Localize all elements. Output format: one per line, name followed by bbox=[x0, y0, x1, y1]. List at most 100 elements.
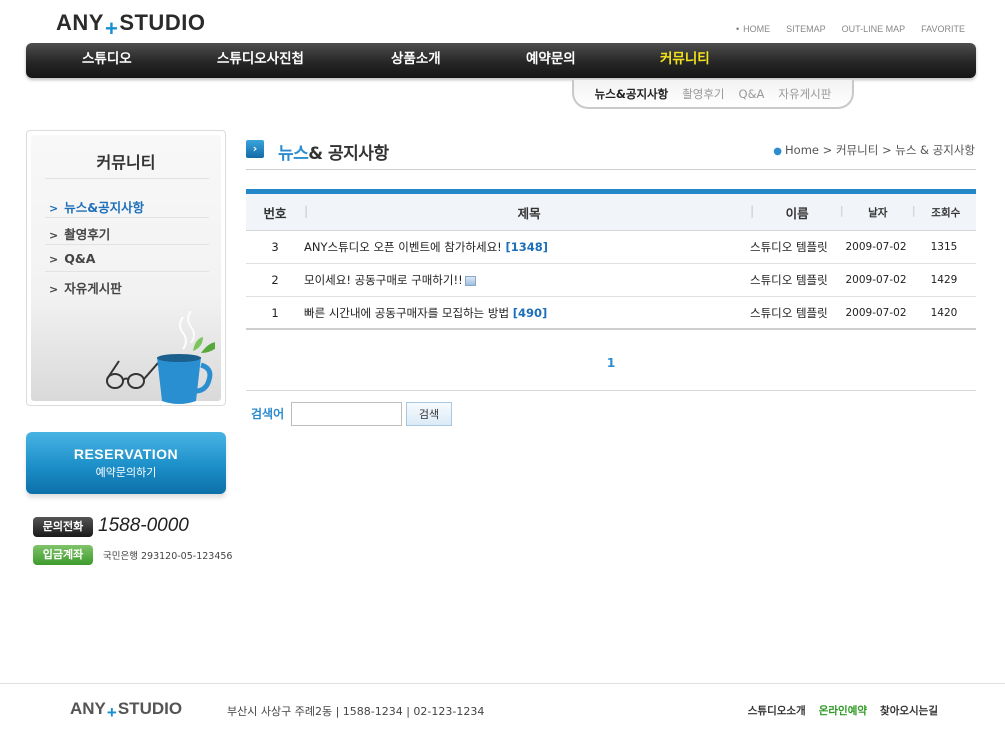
sidebar-item-label: 자유게시판 bbox=[64, 281, 122, 296]
col-header-no: 번호 bbox=[263, 205, 287, 221]
page-title-blue: 뉴스 bbox=[278, 144, 309, 164]
col-header-name: | 이름 bbox=[750, 203, 840, 222]
reservation-banner[interactable]: RESERVATION 예약문의하기 bbox=[26, 432, 226, 494]
row-title: 빠른 시간내에 공동구매자를 모집하는 방법 bbox=[304, 305, 510, 320]
logo-text-any: ANY bbox=[56, 10, 104, 35]
comment-count: [490] bbox=[512, 305, 548, 320]
search-input[interactable] bbox=[291, 402, 402, 426]
footer-link-directions[interactable]: 찾아오시는길 bbox=[880, 703, 938, 718]
sidebar-item-reviews[interactable]: > 촬영후기 bbox=[49, 224, 110, 243]
search-button[interactable]: 검색 bbox=[406, 402, 452, 426]
sidebar-item-news[interactable]: > 뉴스&공지사항 bbox=[49, 197, 144, 216]
row-title-link[interactable]: 빠른 시간내에 공동구매자를 모집하는 방법 [490] bbox=[304, 305, 750, 321]
footer-links: 스튜디오소개 온라인예약 찾아오시는길 bbox=[748, 703, 938, 718]
logo-plus: + bbox=[104, 16, 119, 41]
phone-badge: 문의전화 bbox=[33, 517, 93, 537]
sub-nav-news[interactable]: 뉴스&공지사항 bbox=[595, 86, 669, 102]
row-title-link[interactable]: 모이세요! 공동구매로 구매하기!! bbox=[304, 272, 750, 288]
sidebar-item-label: Q&A bbox=[64, 251, 96, 266]
page-link-current[interactable]: 1 bbox=[607, 356, 615, 370]
row-title: ANY스튜디오 오픈 이벤트에 참가하세요! bbox=[304, 240, 502, 254]
sidebar-item-freeboard[interactable]: > 자유게시판 bbox=[49, 278, 122, 297]
row-hits: 1429 bbox=[930, 274, 958, 286]
divider bbox=[246, 169, 976, 170]
col-header-date: | 날자 bbox=[840, 205, 912, 220]
chevron-right-icon: > bbox=[881, 143, 896, 157]
coffee-glasses-illustration bbox=[106, 310, 215, 404]
nav-item-gallery[interactable]: 스튜디오사진첩 bbox=[217, 43, 304, 78]
row-no: 1 bbox=[271, 305, 279, 320]
sub-nav-freeboard[interactable]: 자유게시판 bbox=[778, 86, 831, 102]
row-date: 2009-07-02 bbox=[845, 306, 907, 319]
footer-link-about[interactable]: 스튜디오소개 bbox=[748, 703, 806, 718]
logo-text-studio: STUDIO bbox=[119, 10, 206, 35]
nav-item-community[interactable]: 커뮤니티 bbox=[660, 43, 710, 78]
column-separator: | bbox=[840, 204, 844, 217]
footer-logo-plus: + bbox=[106, 703, 117, 722]
row-author: 스튜디오 템플릿 bbox=[750, 273, 828, 287]
divider bbox=[45, 271, 209, 272]
nav-item-studio[interactable]: 스튜디오 bbox=[82, 43, 132, 78]
row-date: 2009-07-02 bbox=[845, 241, 907, 253]
sidebar-item-label: 뉴스&공지사항 bbox=[64, 200, 145, 215]
breadcrumb-current: 뉴스 & 공지사항 bbox=[895, 143, 975, 157]
row-author: 스튜디오 템플릿 bbox=[750, 240, 828, 254]
divider bbox=[45, 217, 209, 218]
site-logo[interactable]: ANY + STUDIO bbox=[56, 10, 206, 41]
footer-link-online-reservation[interactable]: 온라인예약 bbox=[819, 703, 867, 718]
sidebar-item-label: 촬영후기 bbox=[64, 227, 111, 242]
row-no: 2 bbox=[271, 273, 279, 287]
breadcrumb-community[interactable]: 커뮤니티 bbox=[836, 143, 878, 157]
chevron-right-icon: > bbox=[49, 283, 59, 296]
pagination: 1 bbox=[246, 356, 976, 370]
sub-nav-qna[interactable]: Q&A bbox=[739, 87, 765, 101]
footer-divider bbox=[0, 683, 1005, 684]
footer-logo-studio: STUDIO bbox=[117, 699, 183, 718]
util-link-outline-map[interactable]: OUT-LINE MAP bbox=[842, 24, 906, 34]
chevron-right-icon: > bbox=[822, 143, 836, 157]
bullet-icon: ● bbox=[773, 146, 783, 157]
divider bbox=[246, 390, 976, 391]
footer-address: 부산시 사상구 주례2동 | 1588-1234 | 02-123-1234 bbox=[227, 705, 485, 718]
image-attachment-icon bbox=[464, 275, 476, 286]
chevron-right-icon: > bbox=[49, 229, 59, 242]
row-hits: 1315 bbox=[930, 241, 958, 253]
footer-logo: ANY + STUDIO bbox=[70, 699, 183, 722]
column-separator: | bbox=[304, 202, 309, 218]
reservation-title: RESERVATION bbox=[73, 446, 179, 462]
table-row: 2 모이세요! 공동구매로 구매하기!! 스튜디오 템플릿 2009-07-02… bbox=[246, 264, 976, 297]
row-date: 2009-07-02 bbox=[845, 274, 907, 286]
row-title-link[interactable]: ANY스튜디오 오픈 이벤트에 참가하세요! [1348] bbox=[304, 239, 750, 255]
util-link-home-label: HOME bbox=[743, 24, 771, 34]
utility-nav: • HOME SITEMAP OUT-LINE MAP FAVORITE bbox=[736, 24, 965, 34]
sidebar: 커뮤니티 > 뉴스&공지사항 > 촬영후기 > Q&A > 자유게시판 bbox=[26, 130, 226, 406]
col-header-hits-label: 조회수 bbox=[931, 206, 961, 219]
col-header-name-label: 이름 bbox=[785, 205, 809, 221]
table-row: 1 빠른 시간내에 공동구매자를 모집하는 방법 [490] 스튜디오 템플릿 … bbox=[246, 297, 976, 330]
nav-item-reservation[interactable]: 예약문의 bbox=[526, 43, 576, 78]
page-title-rest: & 공지사항 bbox=[308, 144, 389, 164]
column-separator: | bbox=[912, 204, 916, 217]
chevron-right-icon: > bbox=[49, 253, 59, 266]
sidebar-title: 커뮤니티 bbox=[96, 153, 156, 172]
row-title: 모이세요! 공동구매로 구매하기!! bbox=[304, 273, 463, 287]
sidebar-item-qna[interactable]: > Q&A bbox=[49, 251, 95, 266]
row-hits: 1420 bbox=[930, 306, 958, 319]
util-link-sitemap[interactable]: SITEMAP bbox=[786, 24, 826, 34]
col-header-hits: | 조회수 bbox=[912, 205, 976, 220]
row-author: 스튜디오 템플릿 bbox=[750, 305, 828, 320]
main-nav: 스튜디오 스튜디오사진첩 상품소개 예약문의 커뮤니티 bbox=[26, 43, 976, 78]
table-header: 번호 | 제목 | 이름 | 날자 | 조회수 bbox=[246, 194, 976, 231]
util-link-favorite[interactable]: FAVORITE bbox=[921, 24, 965, 34]
table-row: 3 ANY스튜디오 오픈 이벤트에 참가하세요! [1348] 스튜디오 템플릿… bbox=[246, 231, 976, 264]
board-table: 번호 | 제목 | 이름 | 날자 | 조회수 3 ANY스튜디오 오픈 이벤트에 참가… bbox=[246, 189, 976, 330]
comment-count: [1348] bbox=[505, 240, 548, 254]
sub-nav-reviews[interactable]: 촬영후기 bbox=[682, 86, 724, 102]
column-separator: | bbox=[750, 202, 755, 218]
nav-item-products[interactable]: 상품소개 bbox=[391, 43, 441, 78]
breadcrumb-home[interactable]: Home bbox=[785, 143, 819, 157]
row-no: 3 bbox=[271, 240, 279, 254]
sidebar-panel: 커뮤니티 > 뉴스&공지사항 > 촬영후기 > Q&A > 자유게시판 bbox=[31, 135, 221, 404]
bank-account: 국민은행 293120-05-123456 bbox=[103, 551, 233, 562]
util-link-home[interactable]: • HOME bbox=[736, 24, 770, 34]
